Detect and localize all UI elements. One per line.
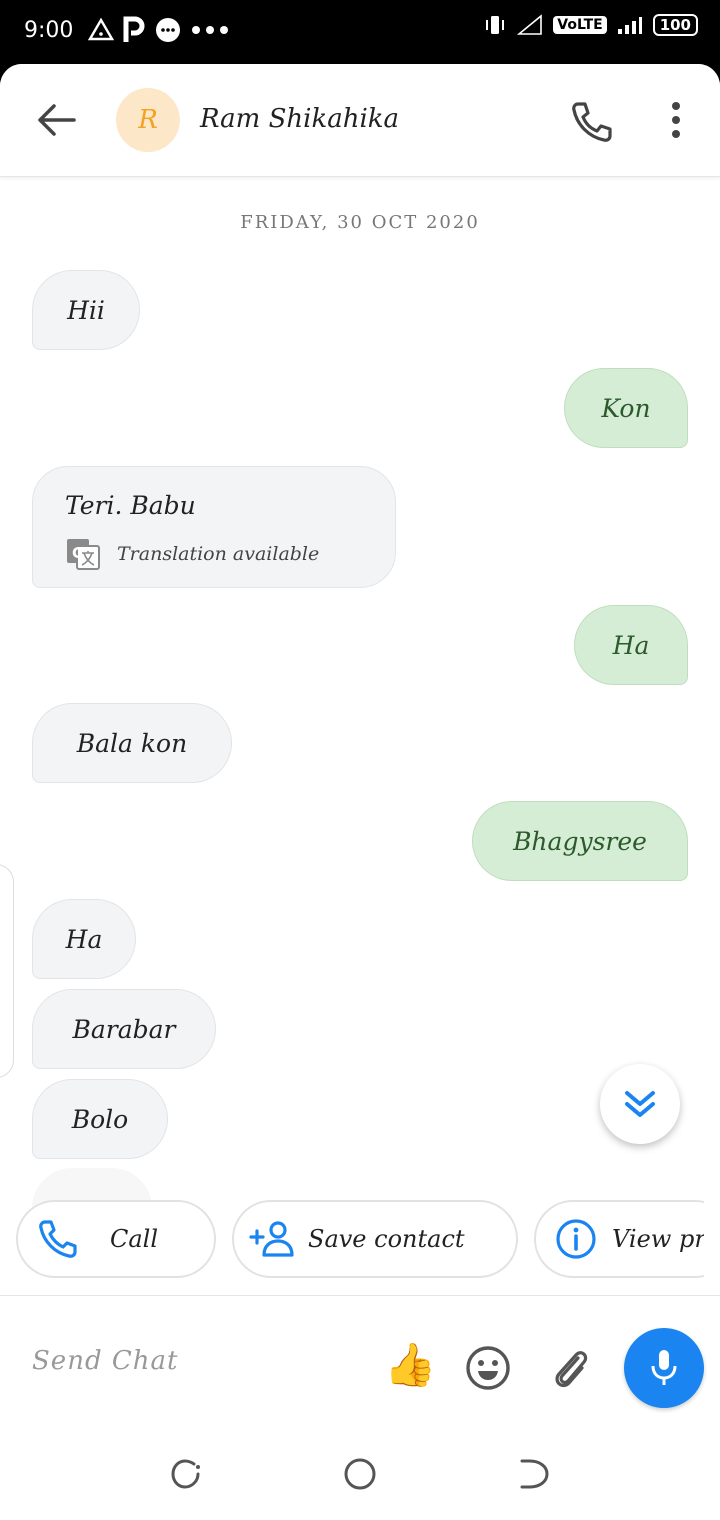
status-notification-icons: [88, 16, 230, 44]
chat-screen: R Ram Shikahika FRIDAY, 30 OCT 2020 Hii …: [0, 64, 720, 1520]
message-text: Bala kon: [76, 728, 188, 758]
more-vert-icon[interactable]: [664, 100, 688, 140]
translation-label: Translation available: [117, 543, 320, 565]
avatar-letter: R: [138, 105, 158, 135]
message-bubble-incoming[interactable]: Hii: [32, 270, 140, 350]
suggestion-chips: Call Save contact View pr: [0, 1200, 704, 1280]
composer-bar: Send Chat 👍: [0, 1296, 720, 1420]
message-bubble-outgoing[interactable]: Bhagysree: [472, 801, 688, 881]
phone-icon[interactable]: [568, 98, 616, 146]
chat-bubble-icon: [156, 18, 180, 42]
message-text: Barabar: [72, 1014, 176, 1044]
save-contact-chip[interactable]: Save contact: [232, 1200, 518, 1278]
signal-icon: [517, 14, 543, 35]
google-translate-icon: G: [67, 539, 100, 570]
warning-triangle-icon: [88, 17, 114, 41]
double-chevron-down-icon: [625, 1091, 655, 1117]
message-bubble-incoming[interactable]: Teri. Babu G Translation available: [32, 466, 396, 588]
translation-available[interactable]: G Translation available: [65, 537, 319, 571]
home-icon[interactable]: [342, 1456, 378, 1492]
back-arrow-icon[interactable]: [32, 100, 80, 140]
message-bubble-incoming[interactable]: Bolo: [32, 1079, 168, 1159]
status-bar: 9:00 VoLTE 100: [0, 0, 720, 64]
message-bubble-incoming[interactable]: Bala kon: [32, 703, 232, 783]
voice-record-button[interactable]: [624, 1328, 704, 1408]
system-nav-bar: [0, 1420, 720, 1520]
phone-icon: [39, 1220, 77, 1258]
more-dots-icon: [192, 26, 228, 34]
date-separator: FRIDAY, 30 OCT 2020: [240, 212, 480, 233]
p-app-icon: [123, 16, 145, 42]
back-nav-icon[interactable]: [516, 1456, 552, 1492]
message-text: Bolo: [71, 1104, 129, 1134]
thumbs-up-icon[interactable]: 👍: [384, 1340, 436, 1390]
scroll-to-bottom-button[interactable]: [600, 1064, 680, 1144]
chip-label: Call: [110, 1225, 159, 1253]
message-text: Teri. Babu: [65, 491, 196, 520]
attachment-icon[interactable]: [548, 1344, 592, 1392]
add-person-icon: [249, 1221, 294, 1257]
status-system-icons: VoLTE 100: [483, 14, 698, 36]
volte-icon: VoLTE: [553, 16, 607, 34]
app-bar: R Ram Shikahika: [0, 64, 720, 177]
edge-panel-handle[interactable]: [0, 864, 14, 1078]
message-text: Bhagysree: [513, 826, 647, 856]
call-chip[interactable]: Call: [16, 1200, 216, 1278]
chip-label: View pr: [612, 1225, 704, 1253]
contact-name[interactable]: Ram Shikahika: [200, 104, 399, 134]
message-bubble-outgoing[interactable]: Kon: [564, 368, 688, 448]
message-bubble-outgoing[interactable]: Ha: [574, 605, 688, 685]
message-text: Ha: [612, 630, 650, 660]
emoji-icon[interactable]: [464, 1344, 512, 1392]
message-input[interactable]: Send Chat: [32, 1346, 178, 1376]
chip-label: Save contact: [308, 1225, 465, 1253]
info-icon: [556, 1219, 596, 1259]
message-text: Hii: [67, 295, 105, 325]
message-text: Kon: [601, 393, 651, 423]
message-text: Ha: [65, 924, 103, 954]
vibrate-icon: [486, 16, 505, 34]
recent-apps-icon[interactable]: [168, 1456, 204, 1492]
status-time: 9:00: [24, 18, 74, 43]
signal-bars-icon: [617, 17, 642, 34]
message-bubble-incoming[interactable]: Barabar: [32, 989, 216, 1069]
microphone-icon: [651, 1350, 677, 1385]
avatar[interactable]: R: [116, 88, 180, 152]
message-bubble-incoming[interactable]: Ha: [32, 899, 136, 979]
view-profile-chip[interactable]: View pr: [534, 1200, 704, 1278]
battery-icon: 100: [652, 14, 698, 36]
